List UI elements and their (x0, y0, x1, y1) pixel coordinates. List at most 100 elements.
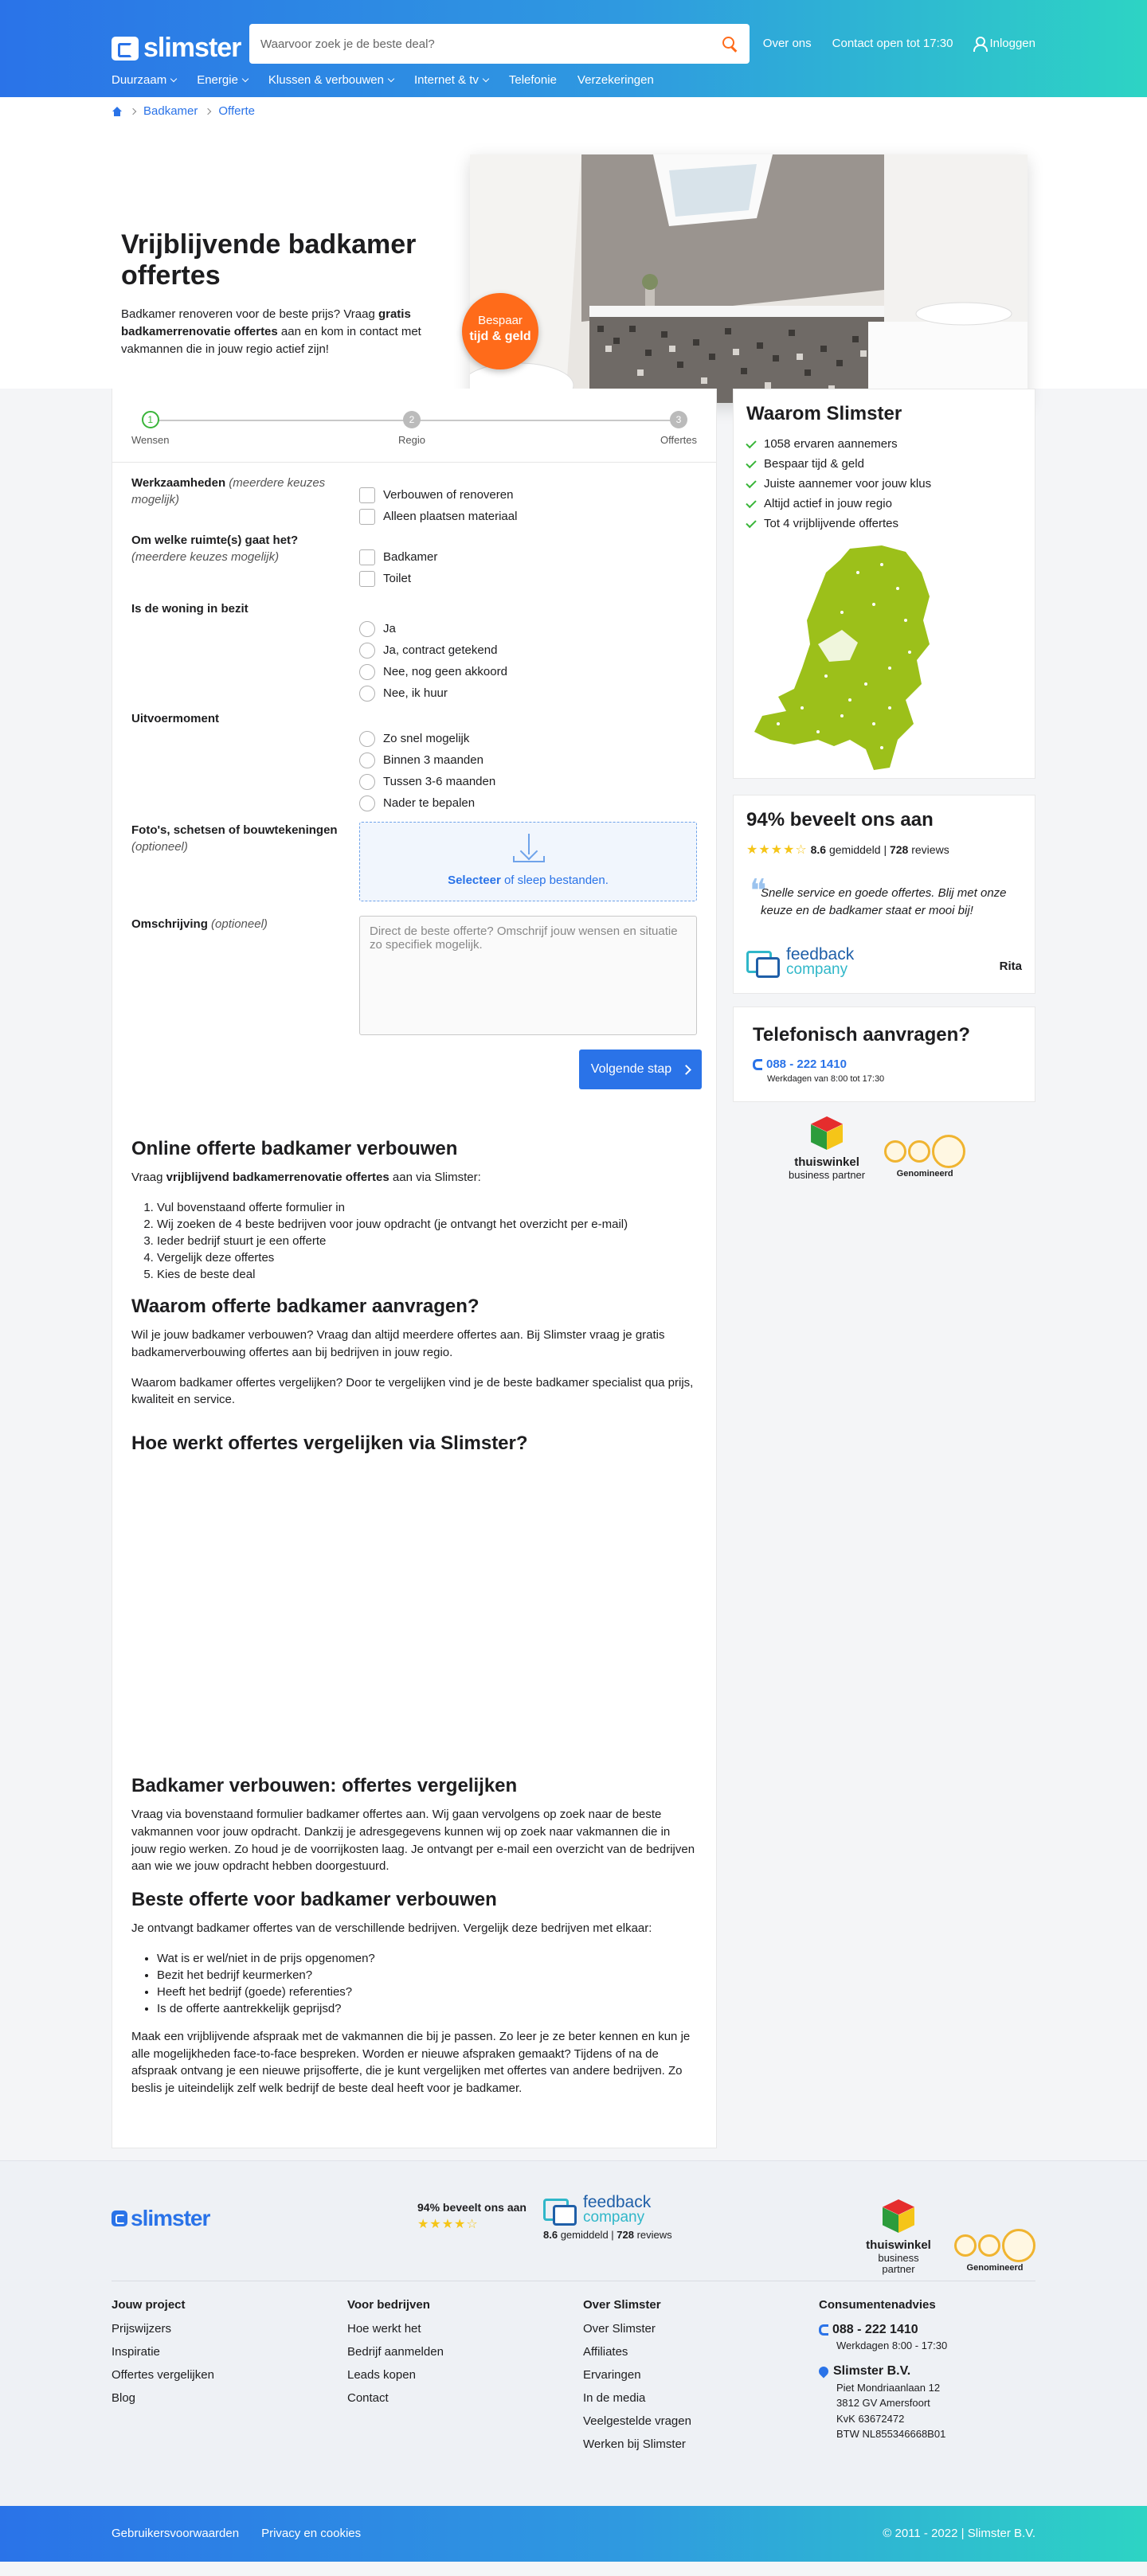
nav-energie[interactable]: Energie (197, 72, 249, 89)
select-files-link[interactable]: Selecteer (448, 874, 501, 887)
radio-button[interactable] (359, 773, 375, 790)
nav-duurzaam[interactable]: Duurzaam (112, 72, 178, 89)
radio-contract[interactable]: Ja, contract getekend (359, 639, 697, 661)
footer-link[interactable]: In de media (583, 2391, 645, 2405)
footer-phone[interactable]: 088 - 222 1410 (819, 2320, 947, 2339)
radio-button[interactable] (359, 642, 375, 659)
option-label: Ja, contract getekend (383, 643, 498, 657)
footer-feedback-company[interactable]: feedback company 8.6 gemiddeld | 728 revi… (543, 2194, 672, 2243)
check-icon (746, 517, 757, 529)
radio-nader[interactable]: Nader te bepalen (359, 792, 697, 814)
footer-link[interactable]: Inspiratie (112, 2345, 160, 2359)
paragraph: Vraag via bovenstaand formulier badkamer… (131, 1808, 695, 1874)
file-upload-dropzone[interactable]: Selecteer of sleep bestanden. (359, 822, 697, 901)
logo-text: slimster (131, 2206, 210, 2230)
step-label: Wensen (131, 434, 170, 446)
footer-link[interactable]: Contact (347, 2391, 389, 2405)
footer-link[interactable]: Ervaringen (583, 2368, 641, 2382)
info-section-1: Online offerte badkamer verbouwen Vraag … (131, 1137, 697, 1294)
footer-link[interactable]: Hoe werkt het (347, 2322, 421, 2336)
home-icon[interactable] (112, 106, 123, 117)
radio-button[interactable] (359, 685, 375, 702)
nav-internet[interactable]: Internet & tv (414, 72, 490, 89)
checkbox[interactable] (359, 549, 375, 565)
checkbox-materiaal[interactable]: Alleen plaatsen materiaal (359, 506, 697, 527)
radio-button[interactable] (359, 730, 375, 747)
footer-link[interactable]: Leads kopen (347, 2368, 416, 2382)
nav-verzekeringen[interactable]: Verzekeringen (577, 72, 654, 89)
nav-telefonie[interactable]: Telefonie (509, 72, 557, 89)
checkbox[interactable] (359, 508, 375, 525)
terms-link[interactable]: Gebruikersvoorwaarden (112, 2525, 239, 2543)
usp-item: Juiste aannemer voor jouw klus (746, 475, 1022, 494)
footer-link[interactable]: Blog (112, 2391, 135, 2405)
contact-link[interactable]: Contact open tot 17:30 (832, 35, 953, 53)
radio-snel[interactable]: Zo snel mogelijk (359, 728, 697, 749)
thuiswinkel-badge[interactable]: thuiswinkel business partner (789, 1116, 865, 1181)
radio-3-6-maanden[interactable]: Tussen 3-6 maanden (359, 771, 697, 792)
radio-button[interactable] (359, 752, 375, 768)
nav-klussen[interactable]: Klussen & verbouwen (268, 72, 395, 89)
radio-button[interactable] (359, 795, 375, 811)
next-step-button[interactable]: Volgende stap (579, 1050, 702, 1089)
footer-col-title: Voor bedrijven (347, 2298, 430, 2312)
about-link[interactable]: Over ons (763, 35, 812, 53)
site-footer: slimster 94% beveelt ons aan ★★★★☆ feedb… (0, 2160, 1147, 2506)
phone-link[interactable]: 088 - 222 1410 (753, 1056, 1016, 1073)
checkbox-renoveren[interactable]: Verbouwen of renoveren (359, 484, 697, 506)
radio-geen-akkoord[interactable]: Nee, nog geen akkoord (359, 661, 697, 682)
nav-label: Klussen & verbouwen (268, 73, 384, 87)
search-input[interactable] (260, 37, 721, 51)
logo-text: slimster (143, 33, 241, 63)
section-title: Online offerte badkamer verbouwen (131, 1138, 458, 1159)
description-textarea[interactable] (359, 916, 697, 1035)
question-label: Omschrijving (optioneel) (131, 917, 268, 931)
step-regio: 2 Regio (398, 411, 425, 448)
feedback-company-logo[interactable]: feedback company (746, 946, 854, 978)
radio-3-maanden[interactable]: Binnen 3 maanden (359, 749, 697, 771)
option-label: Badkamer (383, 549, 438, 564)
radio-button[interactable] (359, 620, 375, 637)
search-icon[interactable] (721, 35, 738, 53)
thuiswinkel-badge[interactable]: thuiswinkel business partner (860, 2199, 937, 2275)
bathroom-photo (470, 154, 1028, 403)
footer-col-title: Consumentenadvies (819, 2298, 936, 2312)
chevron-down-icon (170, 75, 178, 83)
feedback-company-icon (746, 948, 780, 978)
slimster-logo[interactable]: slimster (112, 29, 241, 68)
footer-link[interactable]: Veelgestelde vragen (583, 2414, 691, 2428)
radio-ja[interactable]: Ja (359, 618, 697, 639)
main-nav: Duurzaam Energie Klussen & verbouwen Int… (112, 72, 654, 89)
radio-button[interactable] (359, 663, 375, 680)
nominated-label: Genomineerd (966, 2263, 1024, 2273)
footer-link[interactable]: Prijswijzers (112, 2322, 171, 2336)
paragraph: Wil je jouw badkamer verbouwen? Vraag da… (131, 1328, 665, 1359)
footer-link[interactable]: Over Slimster (583, 2322, 656, 2336)
login-link[interactable]: Inloggen (973, 35, 1035, 53)
checkbox-toilet[interactable]: Toilet (359, 568, 697, 589)
award-badge: Genomineerd (884, 1134, 966, 1181)
footer-col-contact: Consumentenadvies 088 - 222 1410 Werkdag… (816, 2297, 947, 2442)
option-label: Tussen 3-6 maanden (383, 774, 496, 788)
check-icon (746, 457, 757, 469)
award-seal-icon (1002, 2229, 1035, 2263)
breadcrumb-offerte[interactable]: Offerte (218, 103, 255, 120)
question-label: Uitvoermoment (131, 712, 220, 725)
info-section-2: Waarom offerte badkamer aanvragen? Wil j… (131, 1295, 697, 1421)
footer-link[interactable]: Affiliates (583, 2345, 628, 2359)
privacy-link[interactable]: Privacy en cookies (261, 2525, 361, 2543)
checkbox[interactable] (359, 487, 375, 503)
footer-logo[interactable]: slimster (112, 2203, 210, 2235)
footer-link[interactable]: Werken bij Slimster (583, 2437, 686, 2451)
upload-tray (513, 856, 545, 862)
checkbox[interactable] (359, 570, 375, 587)
radio-huur[interactable]: Nee, ik huur (359, 682, 697, 704)
section-title: Badkamer verbouwen: offertes vergelijken (131, 1775, 518, 1796)
award-badge: Genomineerd (954, 2229, 1035, 2275)
hero-intro: Badkamer renoveren voor de beste prijs? … (121, 307, 421, 356)
checkbox-badkamer[interactable]: Badkamer (359, 546, 697, 568)
breadcrumb-badkamer[interactable]: Badkamer (143, 103, 198, 120)
footer-link[interactable]: Offertes vergelijken (112, 2368, 214, 2382)
option-label: Nee, nog geen akkoord (383, 664, 507, 678)
footer-link[interactable]: Bedrijf aanmelden (347, 2345, 444, 2359)
